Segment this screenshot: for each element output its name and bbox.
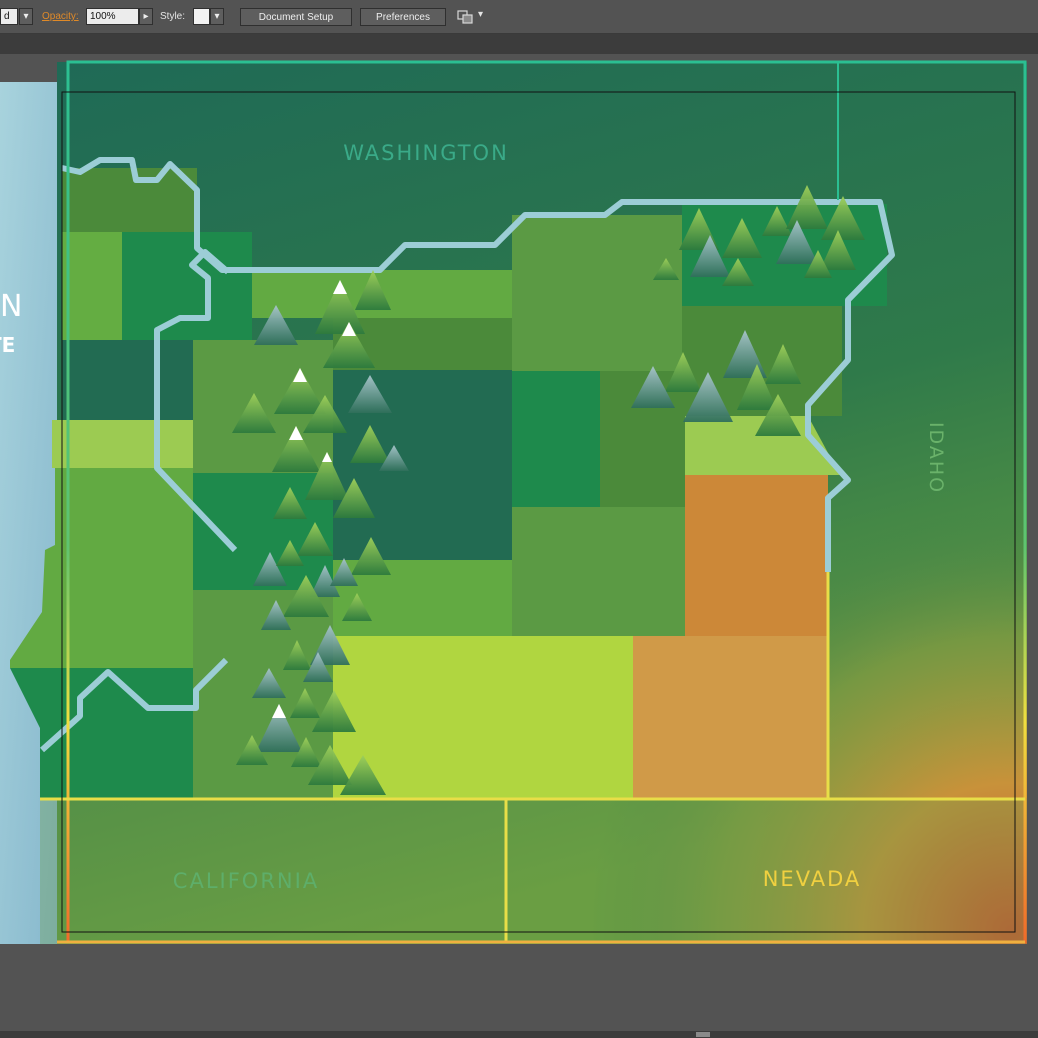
artboard-canvas[interactable]: WASHINGTON CALIFORNIA NEVADA IDAHO N TE	[0, 54, 1038, 1031]
opacity-label[interactable]: Opacity:	[42, 11, 79, 22]
play-arrow-icon: ▸	[143, 11, 149, 22]
arrange-documents-icon[interactable]	[457, 9, 475, 25]
oregon-map-artwork: WASHINGTON CALIFORNIA NEVADA IDAHO N TE	[0, 54, 1038, 1031]
graphic-style-swatch[interactable]	[193, 8, 210, 25]
stroke-profile-dropdown[interactable]: ▾	[19, 8, 33, 25]
stroke-profile-field[interactable]: d	[0, 8, 18, 25]
title-fragment-2: TE	[0, 333, 15, 357]
arrange-dropdown-arrow[interactable]: ▾	[478, 9, 483, 20]
chevron-down-icon: ▾	[214, 11, 220, 22]
graphic-style-dropdown[interactable]: ▾	[210, 8, 224, 25]
horizontal-scrollbar[interactable]	[0, 1031, 1038, 1038]
opacity-input[interactable]: 100%	[86, 8, 139, 25]
control-bar: d ▾ Opacity: 100% ▸ Style: ▾ Document Se…	[0, 0, 1038, 34]
preferences-button[interactable]: Preferences	[360, 8, 446, 26]
document-setup-button[interactable]: Document Setup	[240, 8, 352, 26]
document-tab-strip	[0, 34, 1038, 54]
style-label: Style:	[160, 11, 186, 22]
opacity-slider-button[interactable]: ▸	[139, 8, 153, 25]
chevron-down-icon: ▾	[23, 11, 29, 22]
washington-label: WASHINGTON	[343, 141, 509, 165]
title-fragment-1: N	[0, 289, 22, 324]
california-label: CALIFORNIA	[173, 869, 319, 893]
chevron-down-icon: ▾	[478, 9, 484, 20]
scrollbar-thumb[interactable]	[696, 1032, 710, 1037]
idaho-label: IDAHO	[925, 422, 947, 494]
nevada-label: NEVADA	[763, 867, 862, 891]
